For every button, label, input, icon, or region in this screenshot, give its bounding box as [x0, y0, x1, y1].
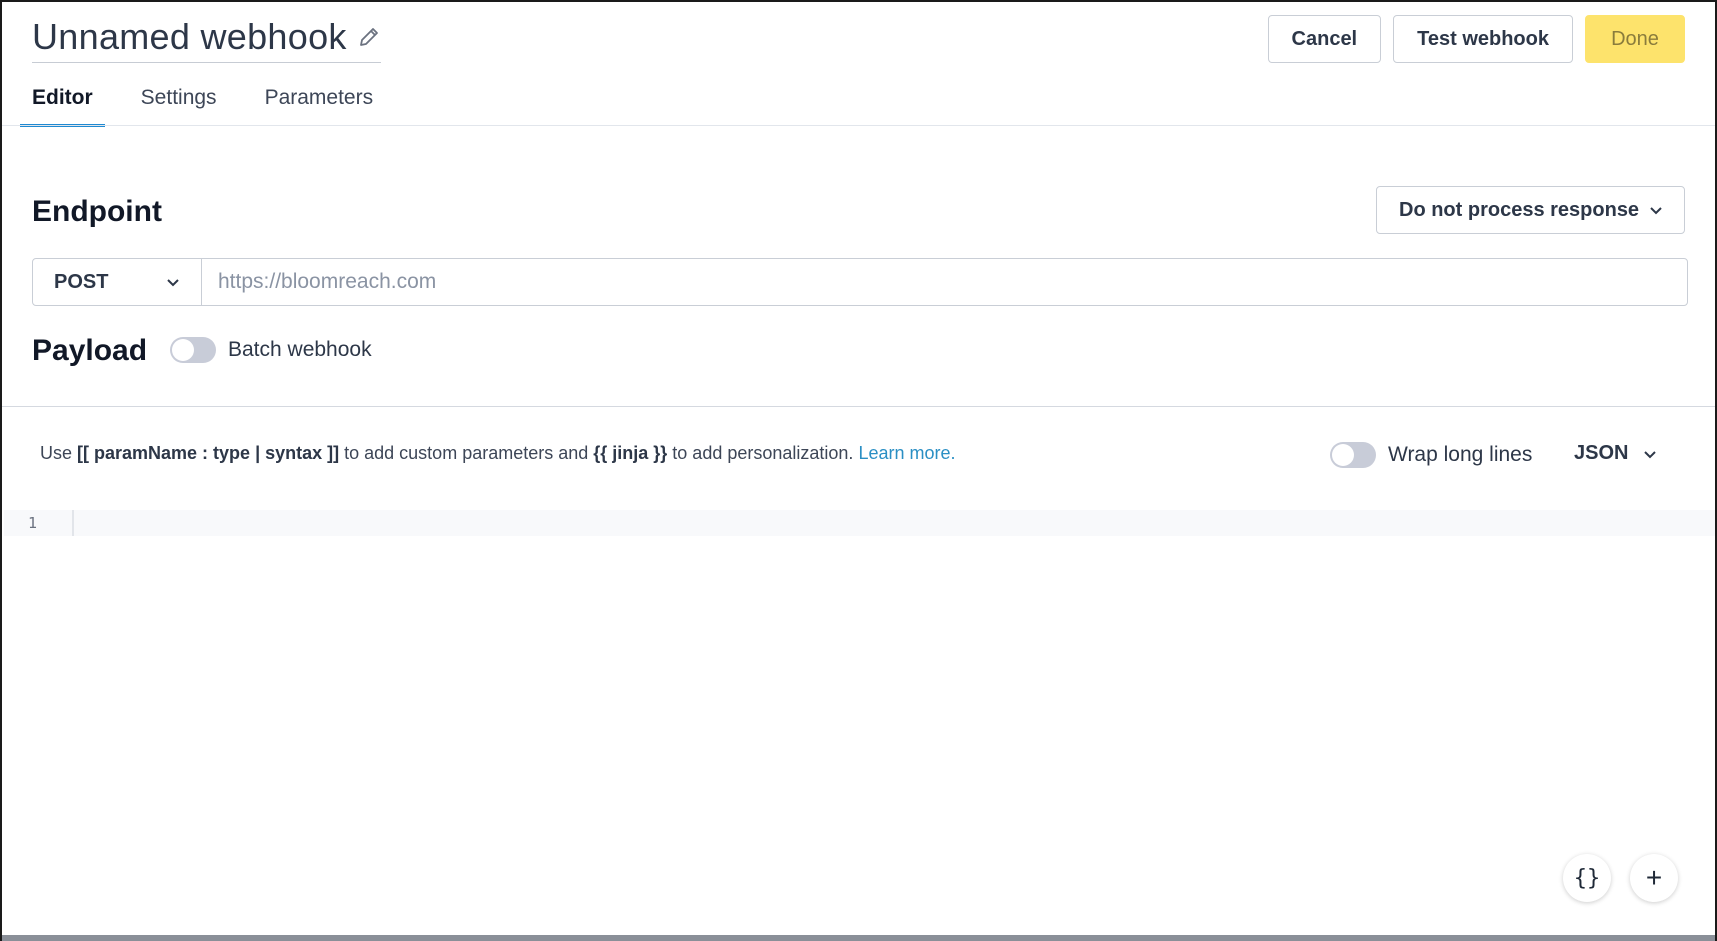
- pencil-icon[interactable]: [357, 25, 381, 49]
- response-mode-value: Do not process response: [1399, 198, 1640, 221]
- braces-icon: {}: [1573, 865, 1601, 891]
- webhook-editor-window: Unnamed webhook Cancel Test webhook Done…: [0, 0, 1717, 941]
- editor-hint: Use [[ paramName : type | syntax ]] to a…: [40, 443, 956, 464]
- code-editor[interactable]: 1: [4, 510, 1715, 536]
- payload-heading: Payload: [32, 334, 148, 367]
- line-number: 1: [28, 514, 38, 532]
- add-button[interactable]: +: [1630, 854, 1678, 902]
- endpoint-url-input[interactable]: [201, 258, 1688, 306]
- batch-webhook-control: Batch webhook: [170, 337, 372, 363]
- chevron-down-icon: [1650, 207, 1662, 215]
- http-method-select[interactable]: POST: [32, 258, 202, 306]
- tab-bar: Editor Settings Parameters: [20, 82, 409, 127]
- batch-webhook-label: Batch webhook: [228, 338, 372, 361]
- plus-icon: +: [1645, 862, 1663, 893]
- hint-suffix: to add personalization.: [667, 443, 859, 463]
- cancel-button[interactable]: Cancel: [1267, 15, 1382, 63]
- hint-param-syntax: [[ paramName : type | syntax ]]: [77, 443, 340, 463]
- chevron-down-icon: [167, 279, 179, 287]
- section-divider: [2, 406, 1715, 407]
- chevron-down-icon: [1644, 450, 1657, 458]
- editor-gutter-divider: [72, 510, 74, 536]
- learn-more-link[interactable]: Learn more.: [858, 443, 955, 463]
- test-webhook-button[interactable]: Test webhook: [1393, 15, 1573, 63]
- title-area[interactable]: Unnamed webhook: [32, 16, 381, 63]
- tab-editor[interactable]: Editor: [20, 82, 105, 127]
- http-method-value: POST: [54, 270, 109, 293]
- tab-settings[interactable]: Settings: [129, 82, 229, 127]
- hint-prefix: Use: [40, 443, 78, 463]
- batch-webhook-toggle[interactable]: [170, 337, 216, 363]
- language-dropdown[interactable]: JSON: [1574, 442, 1658, 465]
- done-button[interactable]: Done: [1585, 15, 1685, 63]
- hint-middle: to add custom parameters and: [339, 443, 594, 463]
- wrap-lines-label: Wrap long lines: [1388, 443, 1533, 466]
- tab-parameters[interactable]: Parameters: [253, 82, 386, 127]
- header-actions: Cancel Test webhook Done: [1267, 15, 1685, 63]
- hint-jinja: {{ jinja }}: [593, 443, 668, 463]
- page-title[interactable]: Unnamed webhook: [32, 16, 347, 58]
- insert-json-button[interactable]: {}: [1563, 854, 1611, 902]
- tabs-divider: [2, 125, 1715, 126]
- wrap-lines-control: Wrap long lines: [1330, 442, 1532, 468]
- response-mode-dropdown[interactable]: Do not process response: [1376, 186, 1685, 234]
- endpoint-heading: Endpoint: [32, 195, 162, 228]
- language-value: JSON: [1574, 442, 1629, 464]
- bottom-scrollbar[interactable]: [2, 935, 1715, 941]
- wrap-lines-toggle[interactable]: [1330, 442, 1376, 468]
